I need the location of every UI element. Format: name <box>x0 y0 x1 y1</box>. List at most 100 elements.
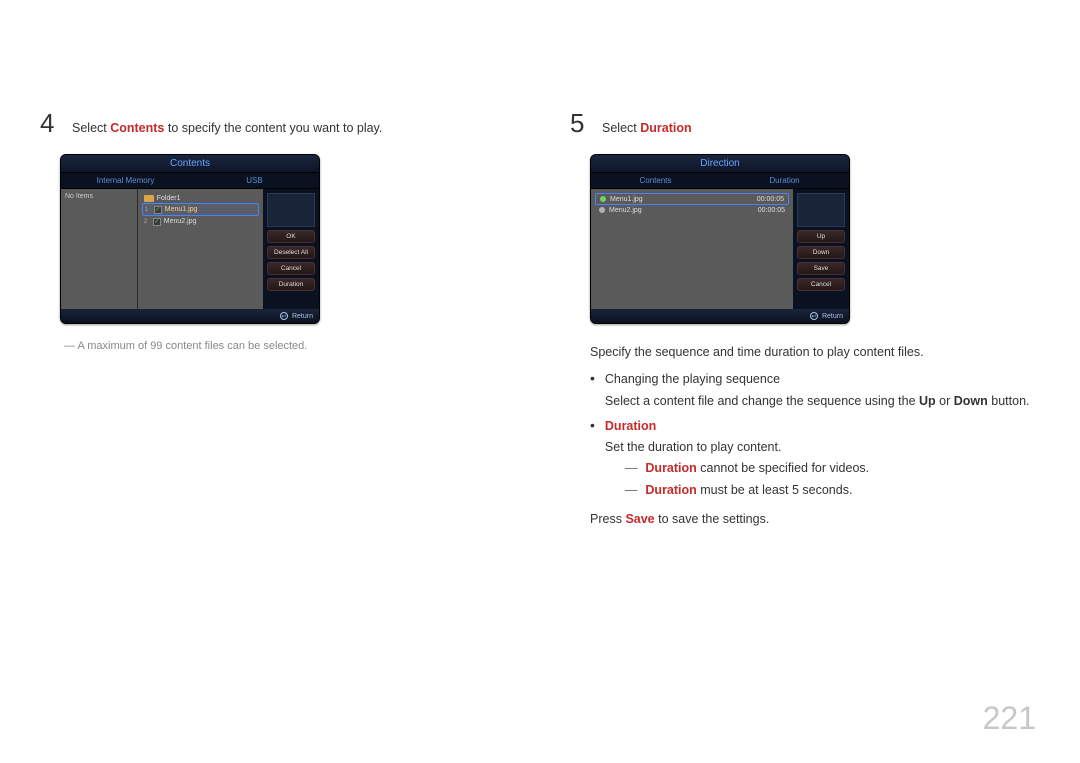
file1-name: Menu1.jpg <box>165 206 198 213</box>
dir-row1-left: Menu1.jpg <box>600 196 643 203</box>
step4-pre: Select <box>72 121 110 135</box>
direction-row-1[interactable]: Menu1.jpg 00:00:05 <box>595 193 789 205</box>
cancel-button[interactable]: Cancel <box>267 262 315 275</box>
contents-tabs: Internal Memory USB <box>61 173 319 189</box>
tab-internal-memory[interactable]: Internal Memory <box>61 173 190 188</box>
dir-row1-name: Menu1.jpg <box>610 196 643 203</box>
tab-duration[interactable]: Duration <box>720 173 849 188</box>
dash-1: ― <box>625 458 638 479</box>
tab-contents[interactable]: Contents <box>591 173 720 188</box>
file1-index: 1 <box>145 207 151 213</box>
status-dot-green <box>600 196 606 202</box>
dir-row2-duration: 00:00:05 <box>758 207 785 214</box>
direction-screenshot: Direction Contents Duration Menu1.jpg 00… <box>590 154 850 324</box>
b2-sub2: ― Duration must be at least 5 seconds. <box>625 480 1040 501</box>
step4-hl: Contents <box>110 121 164 135</box>
tab-usb[interactable]: USB <box>190 173 319 188</box>
save-button[interactable]: Save <box>797 262 845 275</box>
step5-hl: Duration <box>640 121 691 135</box>
no-items-label: No Items <box>65 193 133 200</box>
bullet-duration: • Duration Set the duration to play cont… <box>590 416 1040 501</box>
step-5-text: Select Duration <box>602 121 692 135</box>
duration-button[interactable]: Duration <box>267 278 315 291</box>
b2-sub1: ― Duration cannot be specified for video… <box>625 458 1040 479</box>
b1-title: Changing the playing sequence <box>605 372 780 386</box>
b1-pre: Select a content file and change the seq… <box>605 394 919 408</box>
b1-post: button. <box>988 394 1030 408</box>
return-icon-2: ↩ <box>810 312 818 320</box>
right-column: 5 Select Duration Direction Contents Dur… <box>570 110 1040 536</box>
preview-thumbnail-2 <box>797 193 845 227</box>
b2-sub2-text: Duration must be at least 5 seconds. <box>645 480 852 501</box>
dir-row2-left: Menu2.jpg <box>599 207 642 214</box>
folder-icon <box>144 195 154 202</box>
b1-down: Down <box>954 394 988 408</box>
bullet-dot-2: • <box>590 416 595 501</box>
file2-name: Menu2.jpg <box>164 218 197 225</box>
status-dot-grey <box>599 207 605 213</box>
step-number-5: 5 <box>570 110 588 136</box>
folder-name: Folder1 <box>157 195 181 202</box>
b2-sub2-hl: Duration <box>645 483 696 497</box>
b2-line: Set the duration to play content. <box>605 440 782 454</box>
dir-row1-duration: 00:00:05 <box>757 196 784 203</box>
contents-sidebar: OK Deselect All Cancel Duration <box>263 189 319 309</box>
down-button[interactable]: Down <box>797 246 845 259</box>
step4-post: to specify the content you want to play. <box>164 121 382 135</box>
dir-row2-name: Menu2.jpg <box>609 207 642 214</box>
left-column: 4 Select Contents to specify the content… <box>40 110 510 536</box>
contents-body: No Items Folder1 1 ✓ Menu1.jpg <box>61 189 319 309</box>
folder-row[interactable]: Folder1 <box>142 193 259 203</box>
b2-sub1-text: Duration cannot be specified for videos. <box>645 458 869 479</box>
direction-row-2[interactable]: Menu2.jpg 00:00:05 <box>595 205 789 215</box>
b1-up: Up <box>919 394 936 408</box>
max-files-note: A maximum of 99 content files can be sel… <box>64 340 510 352</box>
step5-body-text: Specify the sequence and time duration t… <box>590 342 1040 530</box>
preview-thumbnail <box>267 193 315 227</box>
press-save-line: Press Save to save the settings. <box>590 509 1040 530</box>
up-button[interactable]: Up <box>797 230 845 243</box>
deselect-all-button[interactable]: Deselect All <box>267 246 315 259</box>
step-4-row: 4 Select Contents to specify the content… <box>40 110 510 136</box>
cancel-button-2[interactable]: Cancel <box>797 278 845 291</box>
intro-line: Specify the sequence and time duration t… <box>590 342 1040 363</box>
contents-footer: ↩ Return <box>61 309 319 323</box>
file2-index: 2 <box>144 219 150 225</box>
contents-title: Contents <box>61 155 319 173</box>
contents-listarea: No Items Folder1 1 ✓ Menu1.jpg <box>61 189 263 309</box>
page-number: 221 <box>983 700 1036 737</box>
return-label-2[interactable]: Return <box>822 313 843 320</box>
b2-sub2-post: must be at least 5 seconds. <box>697 483 853 497</box>
step-5-row: 5 Select Duration <box>570 110 1040 136</box>
file-row-1[interactable]: 1 ✓ Menu1.jpg <box>142 203 259 216</box>
direction-listarea: Menu1.jpg 00:00:05 Menu2.jpg 00:00:05 <box>591 189 793 309</box>
press-post: to save the settings. <box>655 512 770 526</box>
bullet-sequence: • Changing the playing sequence Select a… <box>590 369 1040 412</box>
ok-button[interactable]: OK <box>267 230 315 243</box>
internal-memory-pane: No Items <box>61 189 138 309</box>
direction-title: Direction <box>591 155 849 173</box>
b2-sub1-hl: Duration <box>645 461 696 475</box>
step-4-text: Select Contents to specify the content y… <box>72 121 382 135</box>
direction-body: Menu1.jpg 00:00:05 Menu2.jpg 00:00:05 Up… <box>591 189 849 309</box>
bullet-dot-1: • <box>590 369 595 412</box>
return-icon: ↩ <box>280 312 288 320</box>
page-content: 4 Select Contents to specify the content… <box>0 0 1080 536</box>
bullet-sequence-content: Changing the playing sequence Select a c… <box>605 369 1040 412</box>
file1-checkbox[interactable]: ✓ <box>154 206 162 214</box>
press-pre: Press <box>590 512 625 526</box>
press-hl: Save <box>625 512 654 526</box>
direction-sidebar: Up Down Save Cancel <box>793 189 849 309</box>
step5-pre: Select <box>602 121 640 135</box>
step-number-4: 4 <box>40 110 58 136</box>
b2-sub1-post: cannot be specified for videos. <box>697 461 869 475</box>
return-label[interactable]: Return <box>292 313 313 320</box>
usb-pane: Folder1 1 ✓ Menu1.jpg 2 ✓ Menu2.jpg <box>138 189 263 309</box>
file-row-2[interactable]: 2 ✓ Menu2.jpg <box>142 216 259 227</box>
file2-checkbox[interactable]: ✓ <box>153 218 161 226</box>
b1-mid: or <box>936 394 954 408</box>
b2-title: Duration <box>605 419 656 433</box>
bullet-duration-content: Duration Set the duration to play conten… <box>605 416 1040 501</box>
dash-2: ― <box>625 480 638 501</box>
contents-screenshot: Contents Internal Memory USB No Items Fo… <box>60 154 320 324</box>
